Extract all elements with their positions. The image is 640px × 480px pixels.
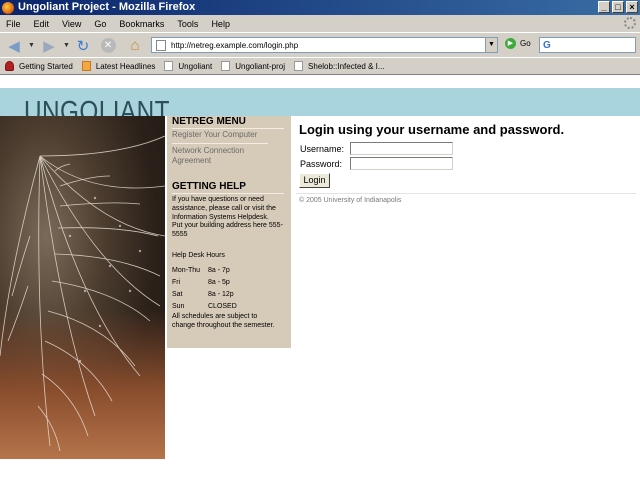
menu-view[interactable]: View (62, 19, 81, 29)
menu-go[interactable]: Go (94, 19, 106, 29)
hours-table: Mon-Thu 8a - 7p Fri 8a - 5p Sat 8a - 12p… (172, 265, 237, 313)
hours-day: Fri (172, 279, 181, 287)
go-arrow-icon: ▶ (505, 38, 516, 49)
menu-help[interactable]: Help (211, 19, 230, 29)
menu-bar: File Edit View Go Bookmarks Tools Help (0, 15, 640, 32)
back-dropdown-icon[interactable]: ▼ (28, 42, 35, 49)
hours-day: Sun (172, 303, 185, 311)
address-bar[interactable]: http://netreg.example.com/login.php ▼ (151, 37, 498, 53)
hours-day: Sat (172, 291, 183, 299)
spiderweb-graphic (0, 135, 165, 452)
site-banner: UNGOLIANT (0, 88, 640, 128)
divider (172, 193, 284, 194)
menu-edit[interactable]: Edit (34, 19, 50, 29)
register-computer-link[interactable]: Register Your Computer (172, 130, 291, 140)
bookmark-icon (5, 61, 14, 71)
spiderweb-image (0, 116, 165, 459)
username-label: Username: (300, 144, 345, 154)
hours-row: Sun CLOSED (172, 301, 237, 313)
menu-tools[interactable]: Tools (177, 19, 198, 29)
hours-time: 8a - 7p (208, 267, 230, 275)
menu-file[interactable]: File (6, 19, 21, 29)
window-title: Ungoliant Project - Mozilla Firefox (18, 1, 196, 13)
bookmark-ungoliant[interactable]: Ungoliant (164, 61, 212, 71)
bookmark-label: Latest Headlines (95, 61, 156, 71)
search-input[interactable]: G (539, 37, 636, 53)
page-icon (294, 61, 304, 71)
sidebar-menu: NETREG MENU Register Your Computer Netwo… (167, 116, 291, 348)
throbber-icon (624, 17, 636, 29)
hours-row: Mon-Thu 8a - 7p (172, 265, 237, 277)
hours-row: Fri 8a - 5p (172, 277, 237, 289)
reload-icon[interactable]: ↻ (74, 37, 92, 55)
login-heading: Login using your username and password. (299, 122, 565, 137)
window-controls: _ □ × (598, 1, 638, 13)
page-icon (221, 61, 231, 71)
url-text[interactable]: http://netreg.example.com/login.php (171, 41, 485, 50)
hours-time: CLOSED (208, 303, 237, 311)
home-icon[interactable]: ⌂ (125, 37, 145, 54)
google-search-icon[interactable]: G (543, 40, 551, 51)
forward-icon[interactable]: ▶ (39, 37, 59, 55)
network-agreement-link[interactable]: Network Connection Agreement (172, 146, 270, 166)
rss-icon (81, 61, 91, 71)
back-icon[interactable]: ◀ (4, 37, 24, 55)
stop-icon[interactable]: ✕ (99, 37, 117, 54)
password-label: Password: (300, 159, 343, 169)
divider (172, 143, 268, 144)
footer-divider (296, 193, 636, 194)
page-content: UNGOLIANT NETREG MENU Register Your Comp… (0, 76, 640, 480)
hours-day: Mon-Thu (172, 267, 201, 275)
getting-help-heading: GETTING HELP (172, 181, 246, 192)
bookmark-label: Ungoliant-proj (235, 61, 286, 71)
hours-time: 8a - 12p (208, 291, 234, 299)
hours-time: 8a - 5p (208, 279, 230, 287)
address-text: Put your building address here 555-5555 (172, 222, 283, 239)
window-title-bar: Ungoliant Project - Mozilla Firefox _ □ … (0, 0, 640, 15)
minimize-button[interactable]: _ (598, 1, 610, 13)
bookmark-shelob[interactable]: Shelob::Infected & I... (294, 61, 385, 71)
go-button[interactable]: ▶ Go (505, 38, 531, 49)
close-button[interactable]: × (626, 1, 638, 13)
go-label: Go (520, 39, 531, 48)
bookmark-latest-headlines[interactable]: Latest Headlines (81, 61, 156, 71)
hours-title: Help Desk Hours (172, 251, 225, 259)
bookmarks-toolbar: Getting Started Latest Headlines Ungolia… (0, 58, 640, 75)
page-icon (156, 39, 166, 51)
username-field[interactable] (350, 142, 453, 155)
help-text: If you have questions or need assistance… (172, 196, 276, 221)
page-icon (164, 61, 174, 71)
divider (172, 128, 284, 129)
hours-row: Sat 8a - 12p (172, 289, 237, 301)
copyright-text: © 2005 University of Indianapolis (299, 197, 402, 204)
netreg-menu-heading: NETREG MENU (172, 116, 246, 127)
firefox-icon (2, 1, 14, 14)
login-button[interactable]: Login (299, 173, 330, 188)
schedule-note: All schedules are subject to change thro… (172, 312, 275, 329)
bookmark-getting-started[interactable]: Getting Started (5, 61, 73, 71)
url-dropdown-icon[interactable]: ▼ (485, 38, 497, 52)
forward-dropdown-icon[interactable]: ▼ (63, 42, 70, 49)
bookmark-label: Ungoliant (178, 61, 213, 71)
bookmark-label: Shelob::Infected & I... (308, 61, 385, 71)
bookmark-label: Getting Started (19, 61, 73, 71)
menu-bookmarks[interactable]: Bookmarks (119, 19, 164, 29)
maximize-button[interactable]: □ (612, 1, 624, 13)
bookmark-ungoliant-proj[interactable]: Ungoliant-proj (221, 61, 285, 71)
password-field[interactable] (350, 157, 453, 170)
